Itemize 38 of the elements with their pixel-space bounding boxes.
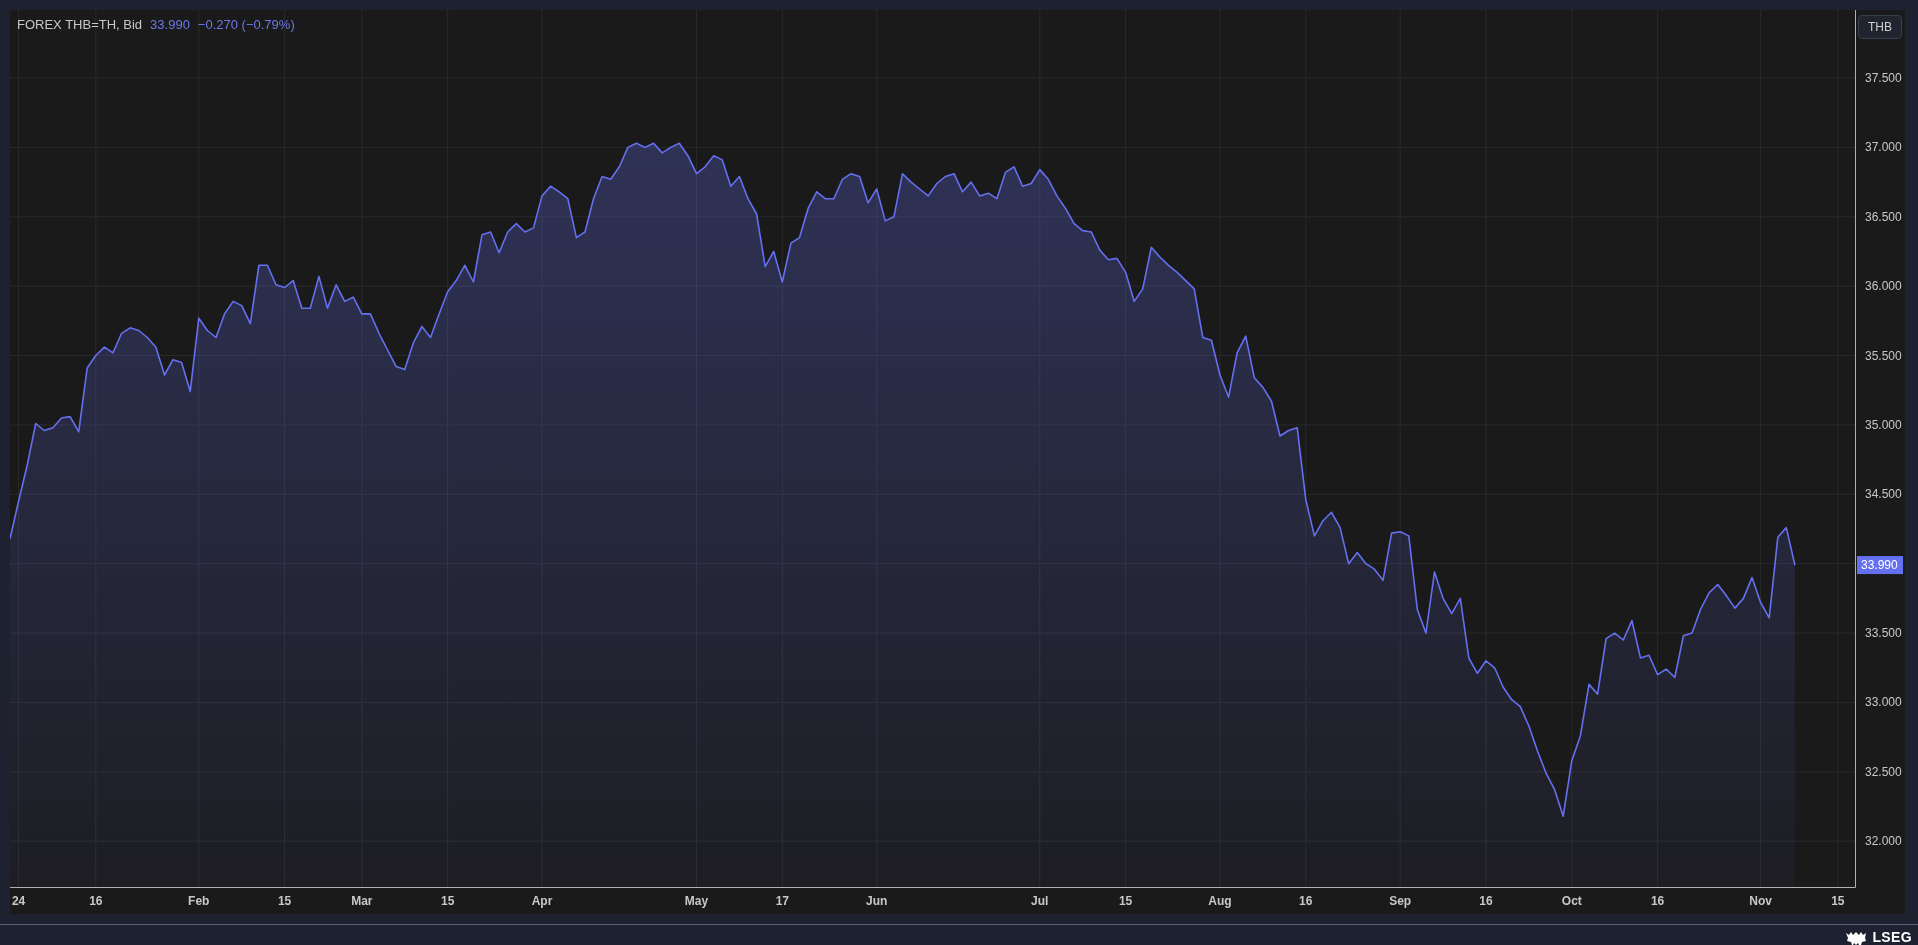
x-axis-label: 16: [1479, 894, 1493, 908]
x-axis-label: Apr: [531, 894, 553, 908]
y-axis-label: 37.500: [1865, 71, 1902, 85]
crest-icon: [1844, 929, 1869, 945]
x-axis-label: Mar: [351, 894, 373, 908]
x-axis-label: 17: [775, 894, 789, 908]
last-price-badge: 33.990: [1857, 556, 1903, 575]
x-axis-label: Nov: [1749, 894, 1772, 908]
y-axis-label: 37.000: [1865, 140, 1902, 155]
x-axis-label: Jun: [866, 894, 888, 908]
y-axis-label: 32.000: [1865, 834, 1902, 849]
x-axis-label: 15: [1118, 894, 1133, 908]
x-axis-label: 15: [277, 894, 292, 908]
y-axis-label: 34.500: [1865, 487, 1902, 502]
y-axis-label: 32.500: [1865, 764, 1902, 779]
y-axis-label: 36.500: [1865, 209, 1902, 224]
price-change: −0.270 (−0.79%): [197, 16, 295, 34]
x-axis-label: 16: [89, 894, 103, 908]
x-axis-label: Aug: [1208, 894, 1232, 908]
x-axis-label: Feb: [188, 894, 210, 908]
y-axis-label: 36.000: [1865, 279, 1902, 294]
symbol-label: FOREX THB=TH, Bid: [17, 16, 143, 34]
logo-text: LSEG: [1872, 928, 1912, 945]
price-value: 33.990: [150, 16, 190, 34]
x-axis-label: 15: [1831, 894, 1845, 908]
x-axis-label: May: [684, 894, 709, 908]
x-axis-label: Sep: [1389, 894, 1412, 908]
x-axis-label: Jul: [1031, 894, 1049, 908]
x-axis-label: 16: [1650, 894, 1665, 908]
y-axis-label: 35.000: [1865, 417, 1902, 432]
x-axis-label: 15: [440, 894, 455, 908]
y-axis-label: 33.000: [1865, 695, 1902, 710]
y-axis-label: 35.500: [1865, 348, 1902, 363]
x-axis-label: 24: [11, 894, 26, 908]
x-axis-label: Oct: [1561, 894, 1582, 908]
x-axis-label: 16: [1299, 894, 1313, 908]
currency-button[interactable]: THB: [1858, 15, 1902, 39]
y-axis-label: 33.500: [1865, 626, 1902, 641]
